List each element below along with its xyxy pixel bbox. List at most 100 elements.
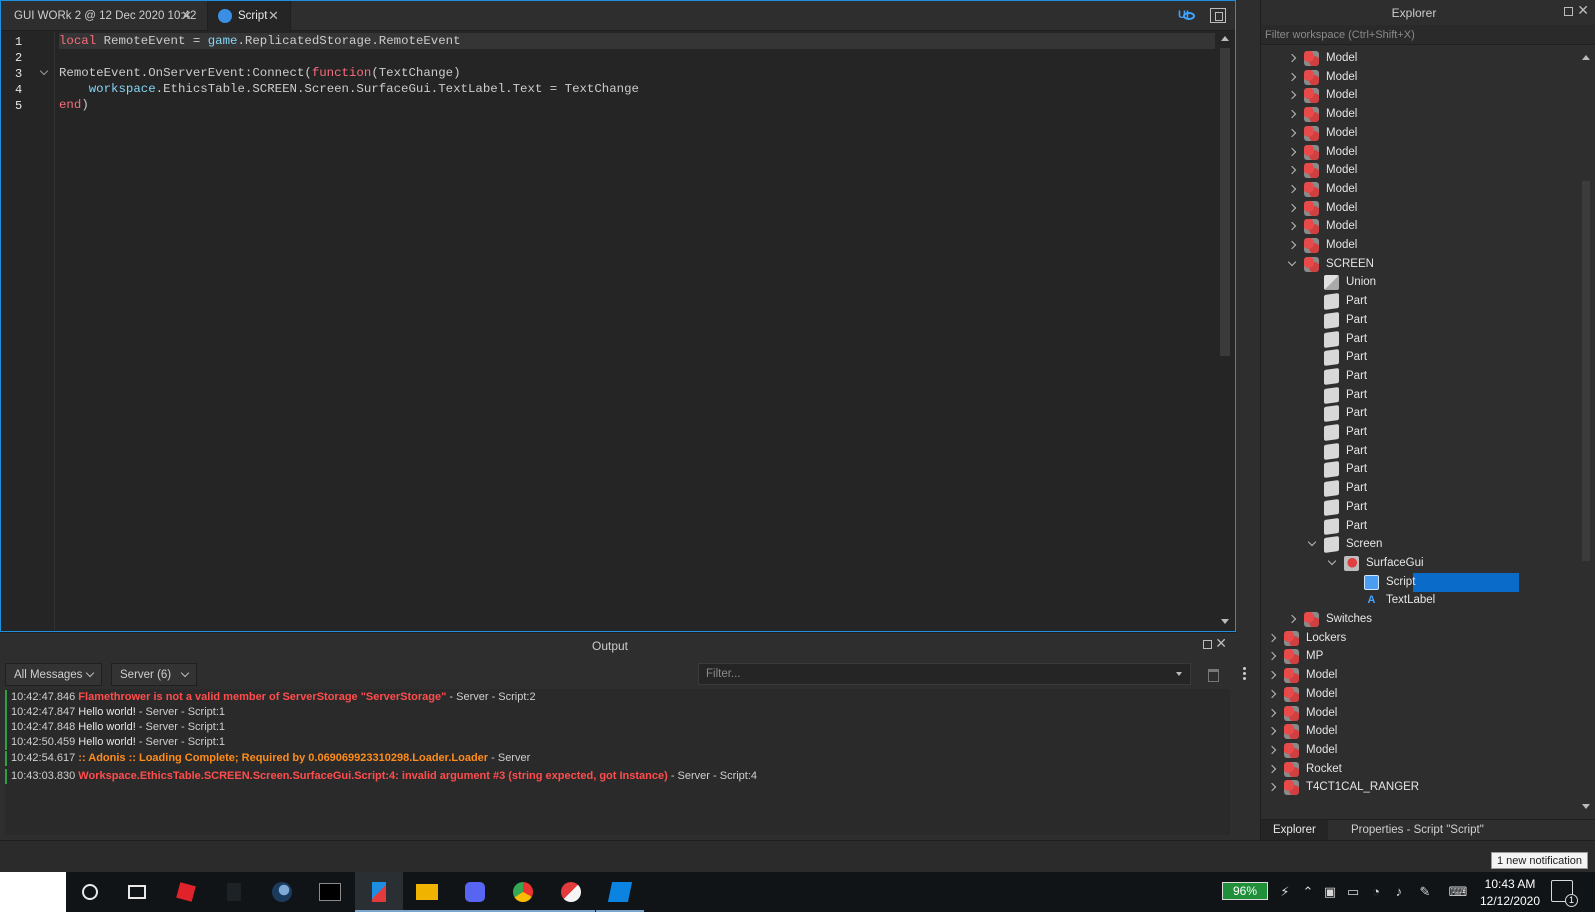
chevron-right-icon[interactable] [1287,165,1297,175]
tree-item-lockers[interactable]: Lockers [1261,629,1577,648]
chevron-right-icon[interactable] [1267,651,1277,661]
chevron-right-icon[interactable] [1267,708,1277,718]
chevron-right-icon[interactable] [1287,147,1297,157]
taskbar-app-button[interactable] [162,872,210,912]
tree-item-part[interactable]: Part [1261,460,1577,479]
output-log-line[interactable]: 10:43:03.830 Workspace.EthicsTable.SCREE… [5,769,757,784]
tree-item-model[interactable]: Model [1261,143,1577,162]
output-log-line[interactable]: 10:42:47.847 Hello world! - Server - Scr… [5,705,225,720]
tree-item-model[interactable]: Model [1261,68,1577,87]
tree-item-model[interactable]: Model [1261,180,1577,199]
context-filter-dropdown[interactable]: Server (6) [111,663,197,686]
pen-icon[interactable]: ✎ [1417,884,1433,900]
tree-item-part[interactable]: Part [1261,367,1577,386]
camera-icon[interactable]: ▣ [1322,884,1338,900]
start-button[interactable] [0,872,66,912]
chevron-right-icon[interactable] [1267,745,1277,755]
script-editor[interactable]: GUI WORk 2 @ 12 Dec 2020 10:42 ✕ Script … [0,0,1236,632]
explorer-tree[interactable]: Model Model Model Model Model Model Model Model… [1261,49,1577,817]
tab-script[interactable]: Script ✕ [207,1,291,32]
tab-place[interactable]: GUI WORk 2 @ 12 Dec 2020 10:42 ✕ [5,1,201,31]
tree-item-rocket[interactable]: Rocket [1261,760,1577,779]
tree-item-model[interactable]: Model [1261,86,1577,105]
wifi-icon[interactable]: ◔ [1368,884,1384,900]
tree-item-part[interactable]: Part [1261,442,1577,461]
messages-filter-dropdown[interactable]: All Messages [5,663,102,686]
editor-scrollbar[interactable] [1216,32,1234,630]
chevron-right-icon[interactable] [1287,184,1297,194]
layout-icon[interactable] [1210,8,1226,23]
taskbar-app-button[interactable] [596,872,644,912]
battery-icon[interactable]: ▭ [1345,884,1361,900]
taskbar-app-button[interactable] [66,872,114,912]
code-area[interactable]: local RemoteEvent = game.ReplicatedStora… [57,32,1215,630]
tree-item-part[interactable]: Part [1261,517,1577,536]
action-center-icon[interactable]: 1 [1551,880,1578,907]
chevron-right-icon[interactable] [1287,90,1297,100]
volume-icon[interactable]: ♪ [1391,884,1407,900]
notification-toast[interactable]: 1 new notification [1491,852,1588,869]
chevron-down-icon[interactable] [1307,537,1317,547]
tree-item-model[interactable]: Model [1261,105,1577,124]
chevron-right-icon[interactable] [1287,614,1297,624]
chevron-right-icon[interactable] [1287,128,1297,138]
close-icon[interactable]: ✕ [1215,635,1227,652]
tab-properties[interactable]: Properties - Script "Script" [1339,820,1496,841]
tree-item-union[interactable]: Union [1261,273,1577,292]
tree-item-switches[interactable]: Switches [1261,610,1577,629]
scroll-up-icon[interactable] [1582,55,1590,60]
taskbar-app-button[interactable] [451,872,499,912]
tree-item-model[interactable]: Model [1261,161,1577,180]
chevron-down-icon[interactable] [1327,556,1337,566]
caret-down-icon[interactable] [1176,672,1182,676]
tree-item-mp[interactable]: MP [1261,647,1577,666]
chevron-right-icon[interactable] [1287,221,1297,231]
output-log-line[interactable]: 10:42:54.617 :: Adonis :: Loading Comple… [5,751,530,766]
explorer-scrollbar[interactable] [1579,49,1593,817]
tree-item-part[interactable]: Part [1261,498,1577,517]
taskbar-app-button[interactable] [114,872,162,912]
chevron-up-icon[interactable]: ⌃ [1300,884,1316,900]
chevron-right-icon[interactable] [1287,109,1297,119]
tree-item-part[interactable]: Part [1261,311,1577,330]
tree-item-model[interactable]: Model [1261,704,1577,723]
output-log-line[interactable]: 10:42:50.459 Hello world! - Server - Scr… [5,735,225,750]
chevron-right-icon[interactable] [1267,670,1277,680]
explorer-filter-input[interactable]: Filter workspace (Ctrl+Shift+X) [1261,25,1595,45]
chevron-right-icon[interactable] [1267,764,1277,774]
float-window-icon[interactable] [1203,640,1212,649]
tree-item-model[interactable]: Model [1261,199,1577,218]
tree-item-model[interactable]: Model [1261,741,1577,760]
chevron-right-icon[interactable] [1267,633,1277,643]
taskbar-app-button[interactable] [403,872,451,912]
power-plug-icon[interactable]: ⚡ [1277,884,1293,900]
chevron-right-icon[interactable] [1287,72,1297,82]
keyboard-icon[interactable]: ⌨ [1447,884,1469,900]
close-icon[interactable]: ✕ [268,1,279,31]
taskbar-app-button[interactable] [547,872,595,912]
chevron-right-icon[interactable] [1267,726,1277,736]
tree-item-screen[interactable]: Screen [1261,535,1577,554]
tree-item-model[interactable]: Model [1261,124,1577,143]
tree-item-part[interactable]: Part [1261,386,1577,405]
tree-item-part[interactable]: Part [1261,348,1577,367]
tree-item-part[interactable]: Part [1261,479,1577,498]
tree-item-surfacegui[interactable]: SurfaceGui [1261,554,1577,573]
scrollbar-thumb[interactable] [1220,48,1230,356]
tree-item-model[interactable]: Model [1261,722,1577,741]
scroll-up-icon[interactable] [1221,36,1229,41]
chevron-right-icon[interactable] [1267,689,1277,699]
tree-item-screen[interactable]: SCREEN [1261,255,1577,274]
tree-item-t4ct1cal-ranger[interactable]: T4CT1CAL_RANGER [1261,778,1577,797]
eye-icon[interactable] [1183,12,1195,20]
chevron-right-icon[interactable] [1267,782,1277,792]
tree-item-part[interactable]: Part [1261,404,1577,423]
tree-item-script[interactable]: Script [1261,573,1577,592]
tree-item-model[interactable]: Model [1261,217,1577,236]
close-icon[interactable]: ✕ [181,1,192,31]
scroll-down-icon[interactable] [1582,804,1590,809]
close-icon[interactable]: ✕ [1577,2,1589,19]
battery-indicator[interactable]: 96% [1222,882,1268,900]
taskbar-app-button[interactable] [355,872,403,912]
chevron-right-icon[interactable] [1287,240,1297,250]
